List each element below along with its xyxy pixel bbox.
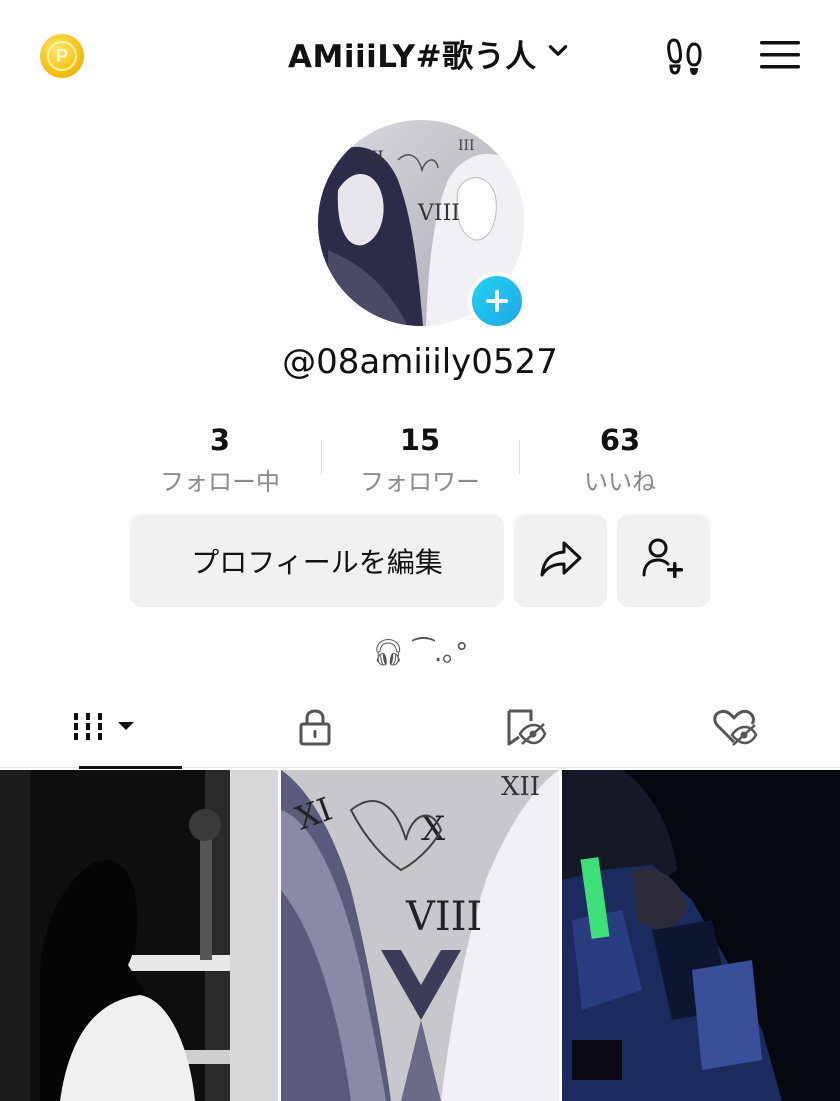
lock-icon (295, 707, 335, 751)
grid-bars-icon (70, 707, 140, 751)
video-thumbnail[interactable] (562, 770, 840, 1101)
stat-likes-count: 63 (599, 423, 641, 457)
add-user-icon (640, 537, 688, 585)
edit-profile-button[interactable]: プロフィールを編集 (130, 514, 504, 607)
stat-likes-label: いいね (584, 468, 656, 496)
video-thumbnail[interactable] (0, 770, 278, 1101)
tab-liked[interactable] (630, 690, 840, 768)
profile-stats: 3 フォロー中 15 フォロワー 63 いいね (120, 420, 720, 500)
stat-following[interactable]: 3 フォロー中 (120, 420, 320, 500)
add-friend-button[interactable] (617, 514, 710, 607)
profile-bio: 🎧︎︎︎ ⁀.｡° (371, 638, 469, 668)
share-profile-button[interactable] (514, 514, 607, 607)
add-avatar-badge[interactable] (468, 272, 526, 330)
chevron-down-icon (545, 38, 571, 68)
account-name: AMiiiLY#歌う人 (288, 38, 537, 75)
coin-letter: P (47, 41, 77, 71)
svg-text:XI: XI (366, 147, 384, 166)
svg-text:XII: XII (501, 772, 540, 802)
video-thumbnail[interactable]: XI X VIII XII (281, 770, 559, 1101)
heart-hidden-icon (712, 707, 758, 751)
tab-private[interactable] (210, 690, 420, 768)
svg-text:VIII: VIII (417, 201, 460, 226)
footprints-icon[interactable] (660, 32, 710, 80)
bookmark-hidden-icon (503, 707, 547, 751)
plus-icon (472, 276, 522, 326)
hamburger-menu-icon[interactable] (756, 34, 804, 76)
profile-avatar[interactable]: XI VIII III (318, 120, 526, 330)
active-tab-indicator (79, 766, 182, 769)
svg-text:VIII: VIII (405, 894, 482, 940)
stat-likes[interactable]: 63 いいね (520, 420, 720, 500)
tab-saved[interactable] (420, 690, 630, 768)
coin-icon[interactable]: P (40, 34, 84, 78)
stat-followers-label: フォロワー (360, 468, 480, 496)
share-arrow-icon (538, 539, 584, 583)
stat-followers-count: 15 (399, 423, 441, 457)
stat-following-label: フォロー中 (160, 468, 280, 496)
stat-following-count: 3 (209, 423, 231, 457)
svg-text:III: III (458, 138, 475, 154)
profile-handle: @08amiiily0527 (282, 342, 558, 382)
stat-followers[interactable]: 15 フォロワー (320, 420, 520, 500)
tab-videos[interactable] (0, 690, 210, 769)
video-grid: XI X VIII XII (0, 770, 840, 1101)
content-tabs (0, 690, 840, 769)
account-switcher[interactable]: AMiiiLY#歌う人 (288, 28, 571, 78)
top-bar: P AMiiiLY#歌う人 (0, 0, 840, 110)
